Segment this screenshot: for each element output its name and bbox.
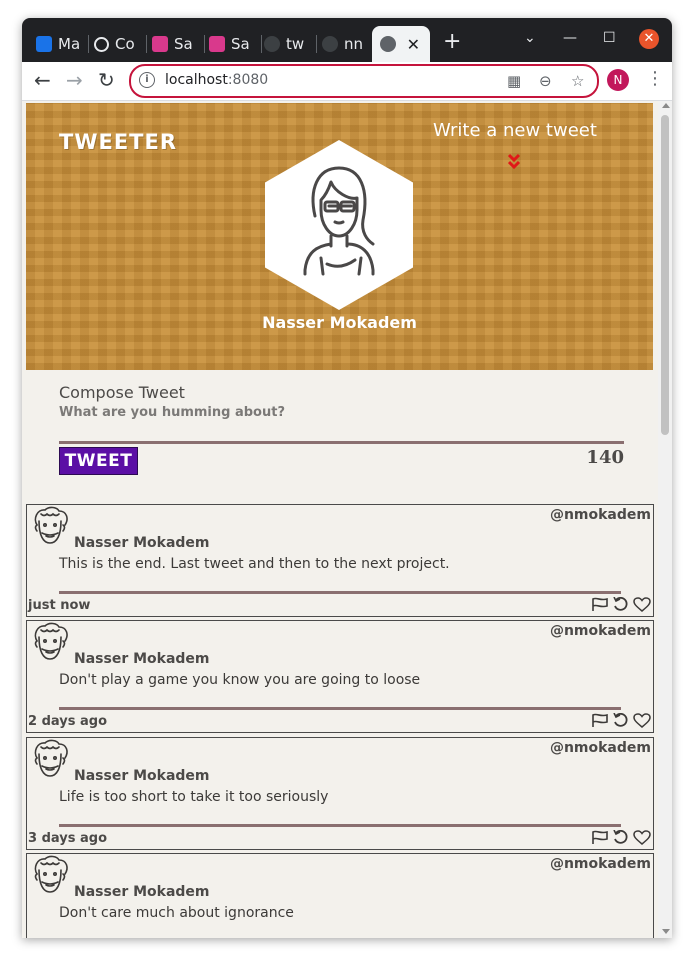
compose-title: Compose Tweet	[59, 383, 185, 402]
tweet-divider	[59, 591, 621, 594]
qr-code-icon[interactable]: ▦	[507, 72, 521, 90]
zoom-icon[interactable]: ⊖	[539, 72, 552, 90]
profile-avatar[interactable]: N	[607, 69, 629, 91]
tweet-timestamp: 2 days ago	[28, 714, 107, 729]
write-tweet-link[interactable]: Write a new tweet	[433, 120, 597, 141]
back-icon[interactable]: ←	[34, 68, 51, 92]
tab-3[interactable]: Sa	[152, 26, 205, 62]
tweet-handle: @nmokadem	[549, 507, 651, 523]
tweet-author: Nasser Mokadem	[74, 535, 210, 551]
new-tab-button[interactable]: +	[443, 31, 461, 53]
github-icon	[264, 36, 280, 52]
profile-name: Nasser Mokadem	[262, 313, 417, 332]
tweet-button[interactable]: Tweet	[59, 447, 138, 475]
scrollbar-thumb[interactable]	[661, 115, 669, 435]
url-host: localhost	[165, 72, 228, 88]
tweet-timestamp: just now	[28, 598, 91, 613]
bookmark-star-icon[interactable]: ☆	[571, 72, 584, 90]
heart-icon[interactable]	[633, 830, 651, 846]
tweet-text: This is the end. Last tweet and then to …	[59, 556, 450, 572]
page-content: Tweeter Write a new tweet	[22, 101, 672, 938]
tweet-author: Nasser Mokadem	[74, 651, 210, 667]
tweet-card: @nmokadem Nasser Mokadem Don't care much a…	[26, 853, 654, 938]
flag-icon[interactable]	[591, 713, 609, 729]
tweet-text: Don't play a game you know you are going…	[59, 672, 421, 688]
tweet-divider	[59, 707, 621, 710]
user-avatar-icon	[29, 621, 71, 663]
tab-label: Sa	[174, 35, 193, 53]
user-avatar-icon	[29, 738, 71, 780]
tab-label: tw	[286, 35, 305, 53]
scroll-down-icon[interactable]	[662, 929, 670, 934]
tweet-text: Life is too short to take it too serious…	[59, 789, 329, 805]
tab-2[interactable]: Co	[94, 26, 147, 62]
tweet-actions	[591, 713, 651, 729]
tweet-handle: @nmokadem	[549, 623, 651, 639]
flag-icon[interactable]	[591, 597, 609, 613]
tab-6[interactable]: nn	[322, 26, 374, 62]
tab-1[interactable]: Ma	[36, 26, 89, 62]
woman-avatar-icon	[303, 166, 375, 276]
tweet-timestamp: 3 days ago	[28, 831, 107, 846]
sanity-icon	[209, 36, 225, 52]
browser-window: Ma Co Sa Sa tw nn ✕ + ⌄ — ☐ ✕ ← → ↻ i lo…	[22, 18, 672, 938]
tab-label: Ma	[58, 35, 81, 53]
profile-avatar-hexagon	[265, 140, 413, 310]
browser-toolbar: ← → ↻ i localhost:8080 ▦ ⊖ ☆ N ⋮	[22, 62, 672, 101]
compose-divider	[59, 441, 624, 444]
heart-icon[interactable]	[633, 597, 651, 613]
tab-label: Co	[115, 35, 135, 53]
profile-header: Tweeter Write a new tweet	[26, 103, 653, 370]
menu-icon[interactable]: ⋮	[646, 68, 664, 89]
tweet-actions	[591, 830, 651, 846]
address-bar[interactable]: i localhost:8080 ▦ ⊖ ☆	[129, 64, 599, 98]
site-info-icon[interactable]: i	[139, 72, 155, 88]
heart-icon[interactable]	[633, 713, 651, 729]
user-avatar-icon	[29, 505, 71, 547]
user-avatar-icon	[29, 854, 71, 896]
maximize-button[interactable]: ☐	[603, 30, 616, 46]
tab-4[interactable]: Sa	[209, 26, 262, 62]
tweet-handle: @nmokadem	[549, 856, 651, 872]
circle-plus-icon	[94, 36, 109, 52]
retweet-icon[interactable]	[612, 713, 630, 729]
retweet-icon[interactable]	[612, 597, 630, 613]
tweet-card: @nmokadem Nasser Mokadem Don't play a game…	[26, 620, 654, 733]
globe-icon	[380, 36, 396, 52]
tab-search-icon[interactable]: ⌄	[524, 30, 536, 46]
tab-bar: Ma Co Sa Sa tw nn ✕ + ⌄ — ☐ ✕	[22, 18, 672, 62]
tweet-text: Don't care much about ignorance	[59, 905, 294, 921]
tweet-handle: @nmokadem	[549, 740, 651, 756]
tweet-actions	[591, 597, 651, 613]
retweet-icon[interactable]	[612, 830, 630, 846]
char-counter: 140	[586, 447, 624, 468]
outlook-icon	[36, 36, 52, 52]
forward-icon[interactable]: →	[66, 68, 83, 92]
close-window-button[interactable]: ✕	[639, 29, 659, 49]
tab-active[interactable]: ✕	[372, 26, 430, 62]
tweet-author: Nasser Mokadem	[74, 768, 210, 784]
compose-textarea[interactable]: What are you humming about?	[59, 405, 285, 420]
sanity-icon	[152, 36, 168, 52]
tweet-author: Nasser Mokadem	[74, 884, 210, 900]
minimize-button[interactable]: —	[563, 30, 577, 46]
flag-icon[interactable]	[591, 830, 609, 846]
tab-label: Sa	[231, 35, 250, 53]
tweet-card: @nmokadem Nasser Mokadem This is the end. …	[26, 504, 654, 617]
url-port: :8080	[227, 72, 269, 88]
reload-icon[interactable]: ↻	[98, 68, 115, 92]
github-icon	[322, 36, 338, 52]
tweet-card: @nmokadem Nasser Mokadem Life is too short…	[26, 737, 654, 850]
tweet-divider	[59, 824, 621, 827]
double-chevron-down-icon[interactable]	[507, 153, 521, 170]
close-tab-icon[interactable]: ✕	[407, 35, 420, 54]
tab-5[interactable]: tw	[264, 26, 317, 62]
tab-label: nn	[344, 35, 364, 53]
url-text: localhost:8080	[165, 72, 268, 88]
scroll-up-icon[interactable]	[662, 103, 670, 108]
app-logo[interactable]: Tweeter	[59, 130, 177, 154]
